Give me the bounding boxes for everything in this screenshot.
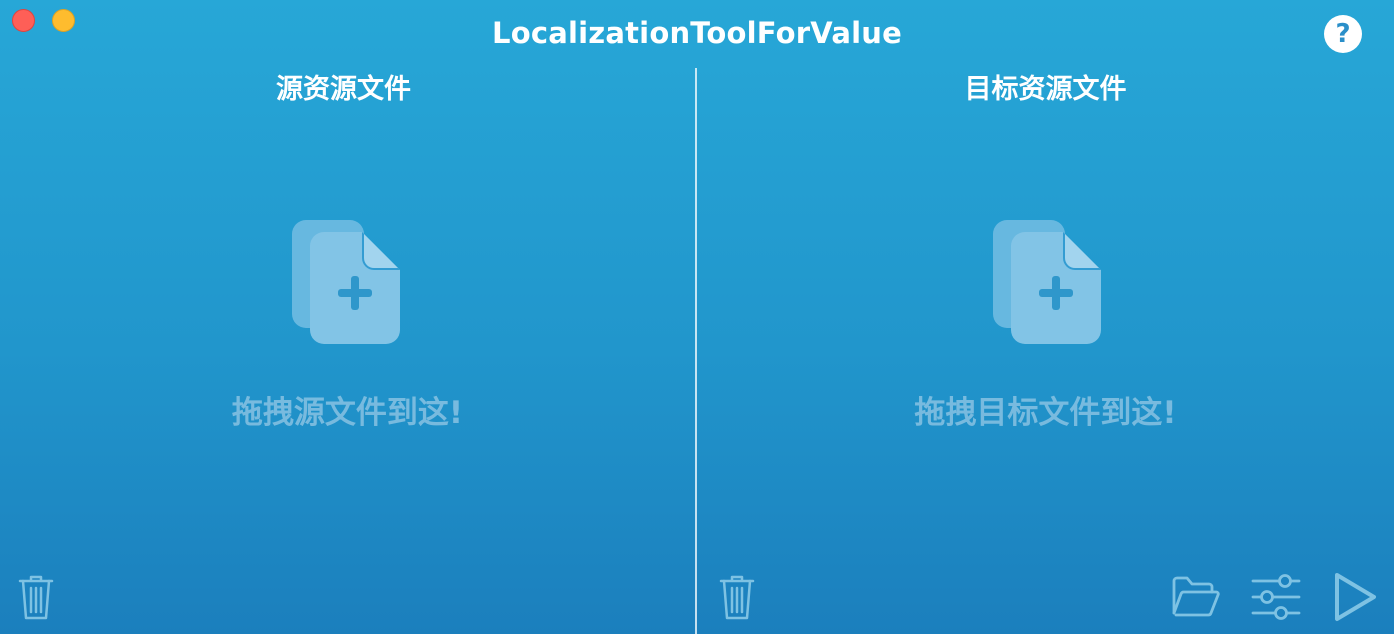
play-icon[interactable]: [1332, 571, 1378, 623]
add-file-icon: [292, 220, 400, 344]
target-pane-title: 目标资源文件: [964, 74, 1127, 105]
clear-source-trash-icon[interactable]: [18, 574, 54, 620]
target-drop-zone[interactable]: 拖拽目标文件到这!: [697, 200, 1394, 460]
clear-target-trash-icon[interactable]: [719, 574, 755, 620]
help-icon: ?: [1335, 19, 1351, 49]
folder-open-icon[interactable]: [1170, 575, 1220, 619]
target-drop-hint: 拖拽目标文件到这!: [914, 395, 1177, 431]
source-drop-hint: 拖拽源文件到这!: [231, 395, 464, 431]
source-pane-title: 源资源文件: [276, 74, 411, 105]
app-window: LocalizationToolForValue ? 源资源文件 拖拽源文件到这…: [0, 0, 1394, 634]
help-button[interactable]: ?: [1324, 15, 1362, 53]
add-file-icon: [993, 220, 1101, 344]
source-drop-zone[interactable]: 拖拽源文件到这!: [0, 200, 695, 460]
target-pane: 目标资源文件 拖拽目标文件到这!: [697, 60, 1394, 634]
source-pane: 源资源文件 拖拽源文件到这!: [0, 60, 695, 634]
sliders-icon[interactable]: [1251, 573, 1301, 621]
app-title: LocalizationToolForValue: [492, 16, 902, 50]
